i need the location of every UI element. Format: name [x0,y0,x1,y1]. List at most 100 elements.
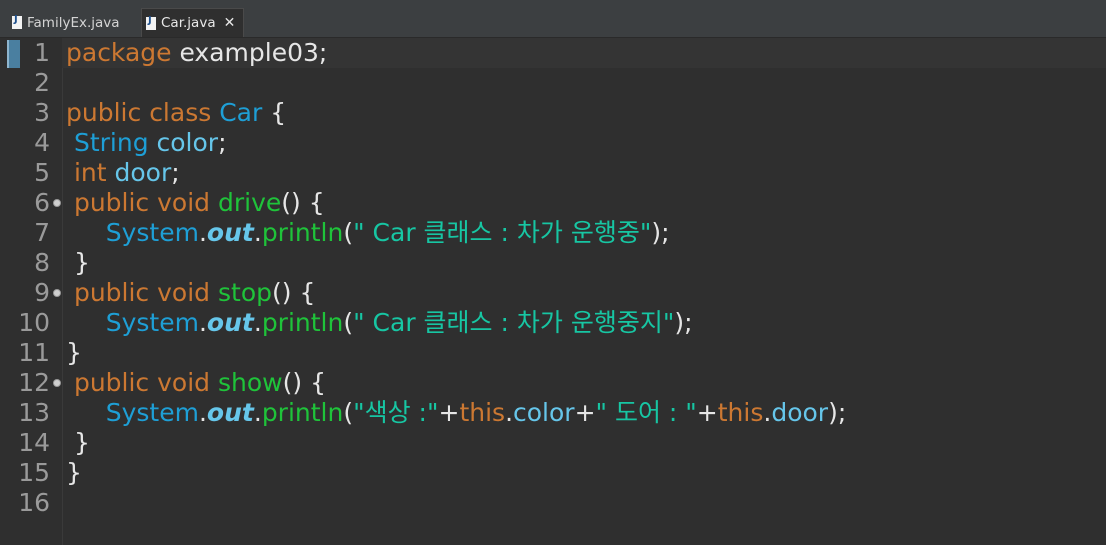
code-token: println [261,398,344,427]
fold-toggle-icon[interactable] [53,199,61,207]
code-token: door [114,158,172,187]
editor-tab-bar: FamilyEx.java Car.java ✕ [0,0,1106,38]
code-text: } [66,338,82,368]
code-token: ( [343,308,354,337]
code-token: " 도어 : " [595,398,697,427]
code-token: void [157,188,211,217]
code-token: color [156,128,219,157]
code-token: } [66,338,82,367]
code-token: . [253,308,262,337]
code-token: . [198,218,207,247]
code-token: drive [218,188,282,217]
code-editor[interactable]: 1 package example03; 2 3 public class Car {4… [0,38,1106,545]
tab-familyex-java[interactable]: FamilyEx.java [8,8,138,37]
line-number: 2 [34,68,50,97]
code-line[interactable]: 13 System.out.println("색상 :"+this.color+… [0,398,1106,428]
code-token: println [261,308,344,337]
code-line[interactable]: 1 package example03; [0,38,1106,68]
code-line[interactable]: 15} [0,458,1106,488]
code-token: . [198,308,207,337]
code-token: + [696,398,718,427]
code-token: String [73,128,149,157]
tab-label: Car.java [161,15,216,31]
code-token: this [717,398,764,427]
code-token: stop [218,278,272,307]
code-text: public void drive() { [66,188,325,218]
code-token: . [198,398,207,427]
fold-toggle-icon[interactable] [53,289,61,297]
code-line[interactable]: 10 System.out.println(" Car 클래스 : 차가 운행중… [0,308,1106,338]
code-text: public class Car { [66,98,286,128]
line-number: 8 [34,248,50,277]
code-token: ( [343,218,354,247]
code-line[interactable]: 6 public void drive() { [0,188,1106,218]
code-line[interactable]: 8 } [0,248,1106,278]
code-line[interactable]: 14 } [0,428,1106,458]
code-token: package [66,38,172,67]
line-number: 9 [34,278,50,307]
code-token: println [261,218,344,247]
code-token: out [206,308,254,337]
code-line[interactable]: 3 public class Car { [0,98,1106,128]
code-text: System.out.println(" Car 클래스 : 차가 운행중"); [66,218,670,248]
code-token: () { [281,188,325,217]
code-line[interactable]: 7 System.out.println(" Car 클래스 : 차가 운행중"… [0,218,1106,248]
code-token: class [149,98,212,127]
code-token: . [505,398,514,427]
code-token: show [218,368,283,397]
code-text: public void stop() { [66,278,315,308]
line-number: 4 [34,128,50,157]
code-token: ); [651,218,670,247]
code-token: this [459,398,506,427]
code-line[interactable]: 12 public void show() { [0,368,1106,398]
tab-car-java[interactable]: Car.java ✕ [141,8,244,37]
code-text: } [66,428,90,458]
line-number: 15 [18,458,50,487]
code-line[interactable]: 16 [0,488,1106,518]
close-icon[interactable]: ✕ [224,15,236,31]
code-token: System [105,218,199,247]
code-line[interactable]: 5 int door; [0,158,1106,188]
line-number: 13 [18,398,50,427]
line-number: 6 [34,188,50,217]
code-text: System.out.println("색상 :"+this.color+" 도… [66,398,847,428]
code-token: example03; [171,38,328,67]
code-token: " Car 클래스 : 차가 운행중" [353,218,652,247]
code-token: } [66,428,90,457]
code-token: ); [674,308,693,337]
code-line[interactable]: 2 [0,68,1106,98]
line-number: 11 [18,338,50,367]
code-token: out [206,398,254,427]
code-token: } [66,458,82,487]
line-number: 12 [18,368,50,397]
line-number: 1 [34,38,50,67]
code-token: public [66,98,142,127]
fold-toggle-icon[interactable] [53,379,61,387]
code-token: ; [218,128,227,157]
code-line[interactable]: 9 public void stop() { [0,278,1106,308]
code-token: void [157,368,211,397]
code-token: " Car 클래스 : 차가 운행중지" [353,308,675,337]
code-token: . [253,218,262,247]
line-number: 7 [34,218,50,247]
line-number: 5 [34,158,50,187]
code-line[interactable]: 4 String color; [0,128,1106,158]
code-text: } [66,248,90,278]
code-text: package example03; [66,38,327,68]
code-token: void [157,278,211,307]
code-line[interactable]: 11} [0,338,1106,368]
code-text: System.out.println(" Car 클래스 : 차가 운행중지")… [66,308,693,338]
code-token: () { [282,368,326,397]
code-token: + [574,398,596,427]
